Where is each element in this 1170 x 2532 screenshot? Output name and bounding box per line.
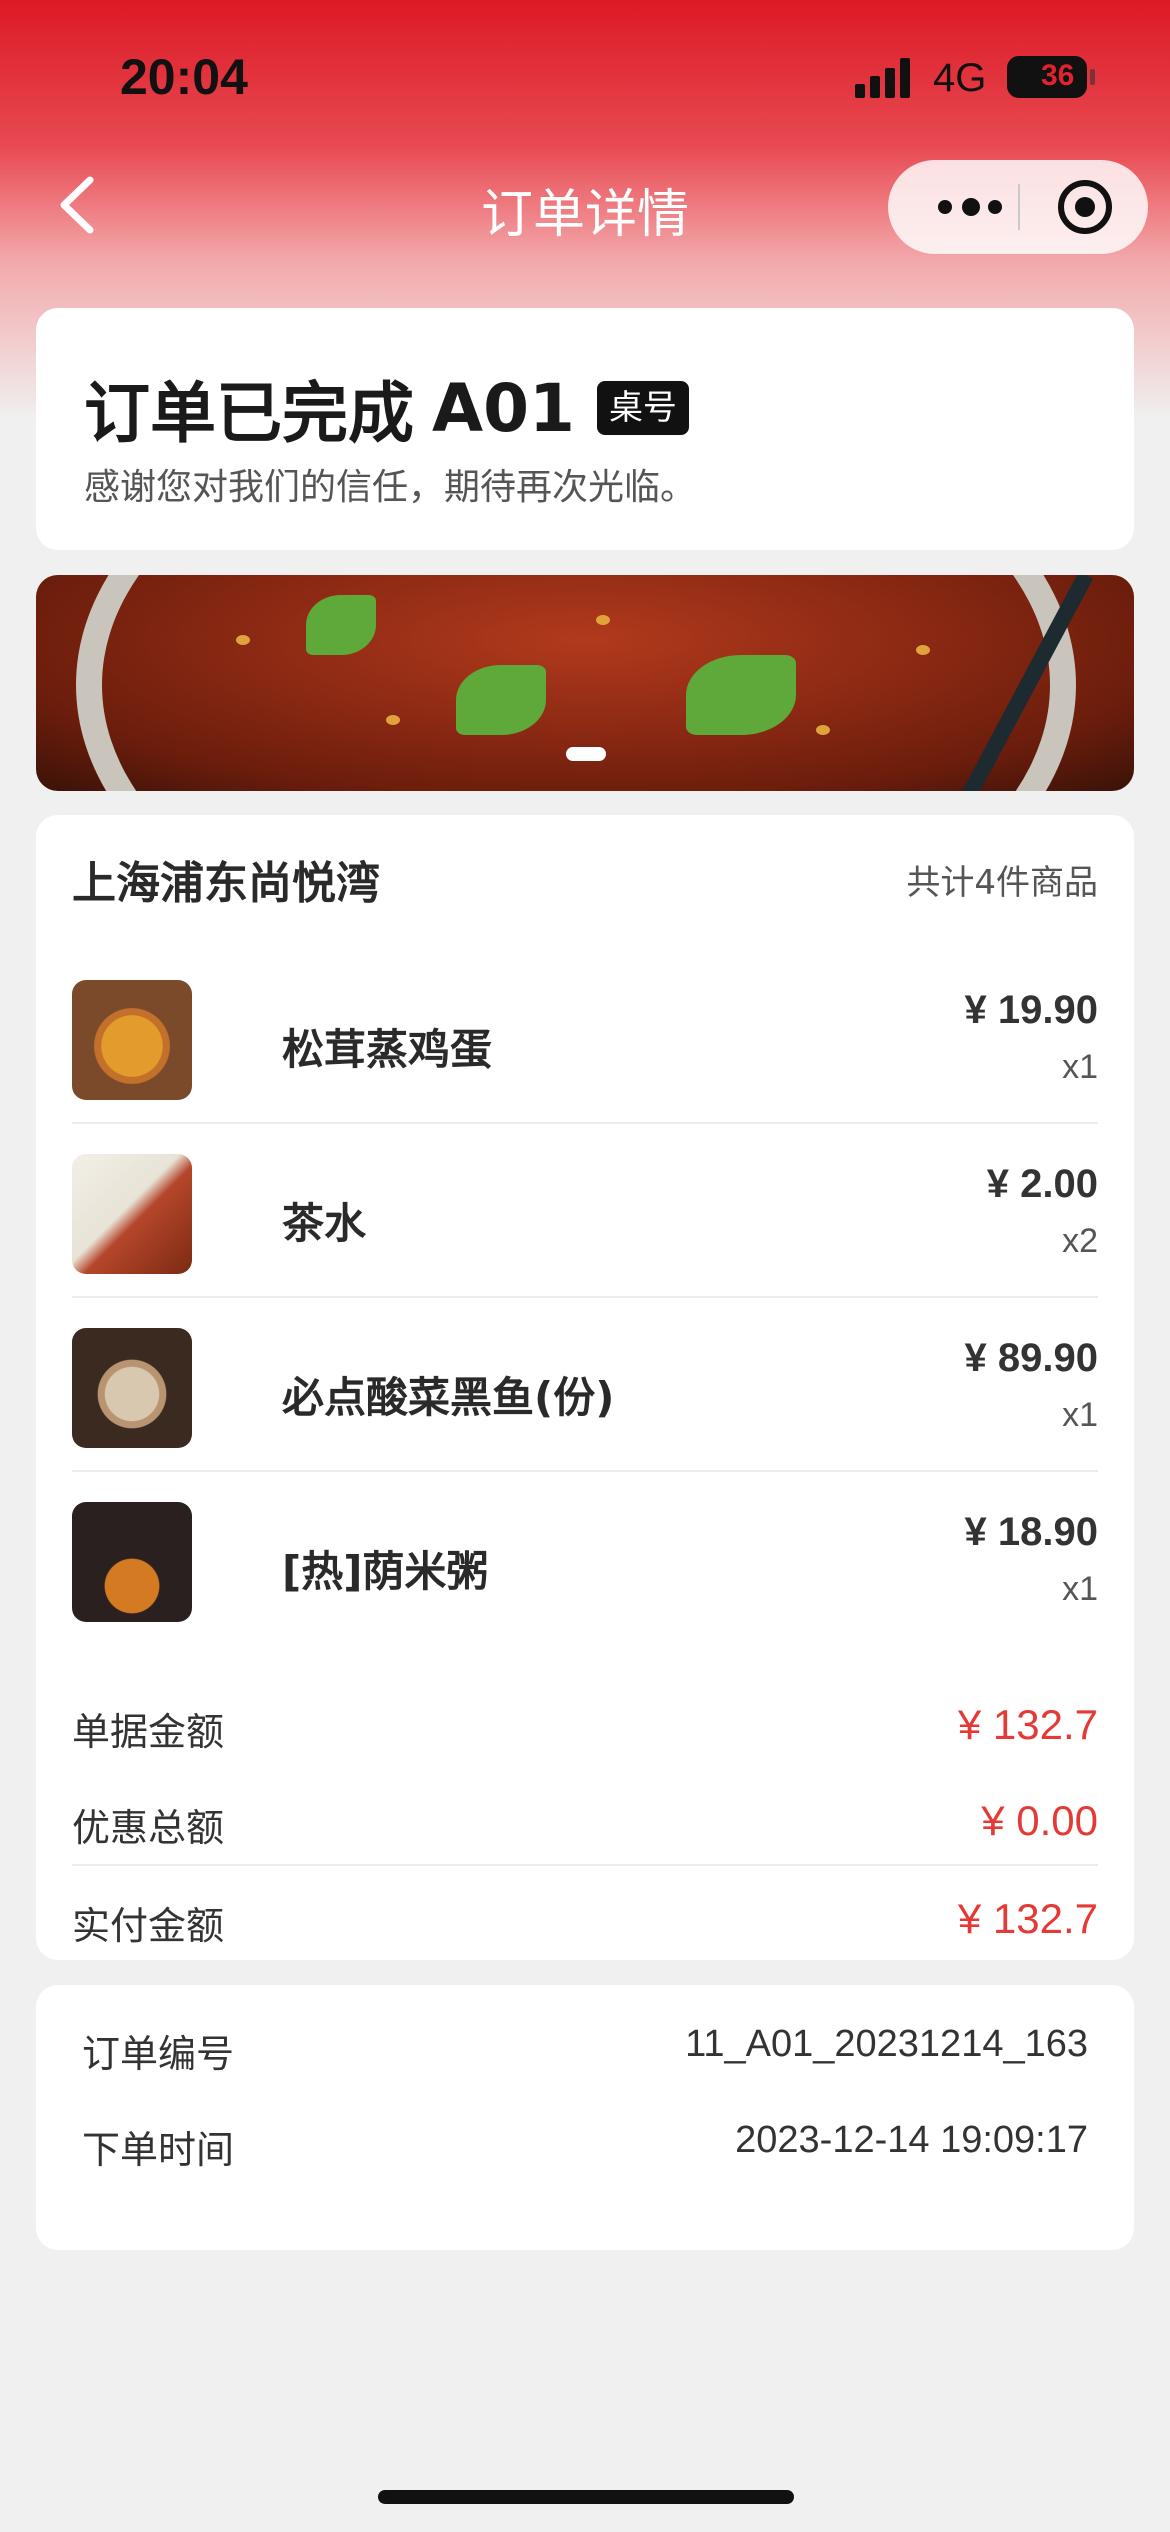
- paid-amount-label: 实付金额: [72, 1904, 225, 1948]
- battery-level: 36: [1041, 59, 1075, 92]
- cellular-signal-icon: [855, 58, 917, 98]
- order-number-value[interactable]: 11_A01_20231214_163: [685, 2023, 1088, 2066]
- item-quantity: x1: [1062, 1570, 1098, 1608]
- network-type: 4G: [933, 56, 987, 100]
- order-status-card: 订单已完成 A01 桌号 感谢您对我们的信任，期待再次光临。: [36, 308, 1134, 550]
- order-status-text: 订单已完成: [84, 375, 414, 452]
- promo-banner[interactable]: [36, 575, 1134, 791]
- item-image: [72, 1154, 192, 1274]
- order-status-heading: 订单已完成 A01 桌号: [84, 360, 689, 456]
- item-quantity: x1: [1062, 1396, 1098, 1434]
- item-price: ¥ 18.90: [964, 1510, 1098, 1554]
- banner-pagination-dot: [566, 747, 606, 761]
- mini-program-capsule: [888, 160, 1148, 254]
- item-count: 共计4件商品: [906, 863, 1098, 903]
- bill-amount-label: 单据金额: [72, 1710, 225, 1754]
- item-price: ¥ 19.90: [964, 988, 1098, 1032]
- item-image: [72, 980, 192, 1100]
- paid-amount-value: ¥ 132.7: [957, 1895, 1098, 1942]
- item-name: [热]荫米粥: [282, 1547, 489, 1596]
- target-icon: [1075, 197, 1095, 217]
- order-time-value: 2023-12-14 19:09:17: [735, 2119, 1088, 2161]
- list-item: [热]荫米粥 ¥ 18.90 x1: [72, 1472, 1098, 1646]
- item-quantity: x2: [1062, 1222, 1098, 1260]
- order-number-label: 订单编号: [82, 2032, 235, 2076]
- item-name: 松茸蒸鸡蛋: [282, 1025, 493, 1074]
- item-image: [72, 1502, 192, 1622]
- list-item: 茶水 ¥ 2.00 x2: [72, 1124, 1098, 1298]
- battery-tip: [1090, 69, 1095, 85]
- order-status-subtitle: 感谢您对我们的信任，期待再次光临。: [84, 467, 697, 508]
- battery-icon: 36: [1007, 56, 1087, 98]
- order-time-label: 下单时间: [82, 2128, 235, 2172]
- capsule-divider: [1018, 184, 1020, 230]
- more-options-button[interactable]: [928, 160, 1014, 254]
- list-item: 松茸蒸鸡蛋 ¥ 19.90 x1: [72, 950, 1098, 1124]
- discount-label: 优惠总额: [72, 1806, 225, 1850]
- bill-amount-row: 单据金额 ¥ 132.7: [72, 1677, 1098, 1773]
- discount-row: 优惠总额 ¥ 0.00: [72, 1773, 1098, 1869]
- item-quantity: x1: [1062, 1048, 1098, 1086]
- order-items-card: 上海浦东尚悦湾 共计4件商品 松茸蒸鸡蛋 ¥ 19.90 x1 茶水 ¥ 2.0…: [36, 815, 1134, 1960]
- bill-amount-value: ¥ 132.7: [957, 1701, 1098, 1748]
- store-name: 上海浦东尚悦湾: [72, 858, 380, 909]
- item-name: 茶水: [282, 1199, 367, 1248]
- status-bar: 20:04 4G 36: [0, 0, 1170, 150]
- table-badge: 桌号: [596, 381, 689, 435]
- paid-amount-row: 实付金额 ¥ 132.7: [72, 1871, 1098, 1967]
- home-indicator: [378, 2490, 794, 2504]
- item-price: ¥ 89.90: [964, 1336, 1098, 1380]
- close-target-button[interactable]: [1058, 180, 1112, 234]
- status-time: 20:04: [120, 49, 248, 105]
- item-image: [72, 1328, 192, 1448]
- item-name: 必点酸菜黑鱼(份): [282, 1373, 615, 1422]
- item-price: ¥ 2.00: [986, 1162, 1098, 1206]
- order-info-card: 订单编号 11_A01_20231214_163 下单时间 2023-12-14…: [36, 1985, 1134, 2250]
- list-item: 必点酸菜黑鱼(份) ¥ 89.90 x1: [72, 1298, 1098, 1472]
- discount-value: ¥ 0.00: [981, 1797, 1098, 1844]
- more-dots-icon: [938, 200, 952, 214]
- table-number: A01: [432, 369, 575, 447]
